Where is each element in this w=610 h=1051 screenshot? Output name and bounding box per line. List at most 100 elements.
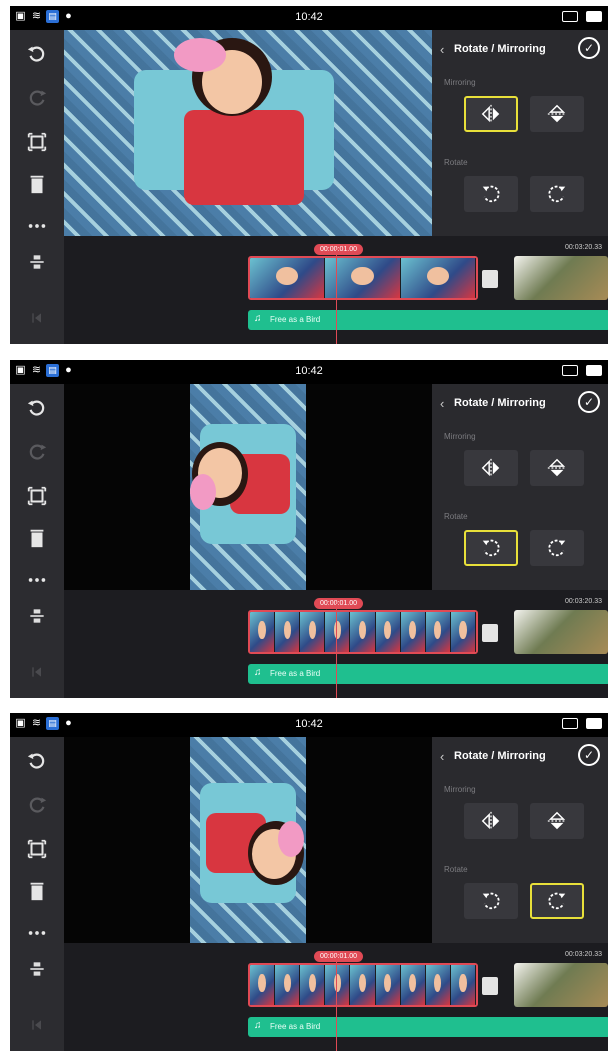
skip-start-button[interactable] — [10, 1005, 64, 1045]
status-time: 10:42 — [295, 718, 323, 730]
rotate-ccw-icon — [482, 185, 500, 203]
clip-thumbnail — [325, 965, 351, 1005]
timeline[interactable]: 00:00:01.00 00:03:20.33 ♫ Free as a Bird — [10, 590, 608, 698]
done-button[interactable]: ✓ — [578, 37, 600, 59]
mirroring-label: Mirroring — [444, 785, 476, 794]
playhead-time: 00:00:01.00 — [314, 951, 363, 962]
split-button[interactable] — [10, 596, 64, 636]
status-time: 10:42 — [295, 365, 323, 377]
panel-title: Rotate / Mirroring — [454, 397, 546, 409]
more-icon — [28, 224, 46, 228]
back-icon[interactable]: ‹ — [440, 749, 444, 764]
transition-button[interactable] — [482, 977, 498, 995]
status-bar: ▣ ≋ ▤ ● 10:42 — [10, 360, 608, 384]
battery-icon — [586, 11, 602, 22]
delete-button[interactable] — [10, 166, 64, 202]
video-preview — [64, 30, 432, 236]
mirror-vertical-button[interactable] — [530, 96, 584, 132]
clip-thumbnail — [275, 612, 301, 652]
skip-start-button[interactable] — [10, 652, 64, 692]
rotate-ccw-icon — [482, 539, 500, 557]
playhead[interactable] — [336, 957, 337, 1051]
mirror-vertical-button[interactable] — [530, 803, 584, 839]
timeline[interactable]: 00:00:01.00 00:03:20.33 ♫ Free as a Bird — [10, 236, 608, 344]
rotate-counterclockwise-button[interactable] — [464, 176, 518, 212]
playhead-time: 00:00:01.00 — [314, 244, 363, 255]
rotate-clockwise-button[interactable] — [530, 176, 584, 212]
more-icon — [28, 578, 46, 582]
clip-thumbnail — [250, 612, 276, 652]
clip-thumbnail — [400, 965, 426, 1005]
transition-button[interactable] — [482, 624, 498, 642]
music-note-icon: ♫ — [254, 667, 262, 678]
delete-button[interactable] — [10, 520, 64, 556]
split-button[interactable] — [10, 242, 64, 282]
clip-thumbnail — [400, 612, 426, 652]
panel-title: Rotate / Mirroring — [454, 750, 546, 762]
crop-button[interactable] — [10, 478, 64, 514]
check-icon: ✓ — [583, 395, 595, 409]
mirror-vertical-icon — [547, 811, 567, 830]
rotate-clockwise-button[interactable] — [530, 883, 584, 919]
video-clip[interactable] — [248, 256, 478, 300]
trash-icon — [30, 175, 44, 194]
crop-icon — [27, 486, 47, 506]
mirroring-label: Mirroring — [444, 78, 476, 87]
rotate-counterclockwise-button[interactable] — [464, 530, 518, 566]
rotate-clockwise-button[interactable] — [530, 530, 584, 566]
rotate-label: Rotate — [444, 158, 468, 167]
mirror-horizontal-button[interactable] — [464, 803, 518, 839]
audio-label: Free as a Bird — [270, 315, 321, 324]
rotate-counterclockwise-button[interactable] — [464, 883, 518, 919]
mirroring-label: Mirroring — [444, 432, 476, 441]
video-preview — [64, 737, 432, 943]
playhead[interactable] — [336, 604, 337, 698]
video-clip[interactable] — [248, 610, 478, 654]
done-button[interactable]: ✓ — [578, 391, 600, 413]
transition-button[interactable] — [482, 270, 498, 288]
redo-button[interactable] — [10, 787, 64, 823]
audio-label: Free as a Bird — [270, 1022, 321, 1031]
mirror-horizontal-icon — [481, 811, 500, 831]
video-clip[interactable] — [248, 963, 478, 1007]
mirror-vertical-icon — [547, 458, 567, 477]
done-button[interactable]: ✓ — [578, 744, 600, 766]
rotate-cw-icon — [548, 892, 566, 910]
undo-button[interactable] — [10, 36, 64, 72]
delete-button[interactable] — [10, 873, 64, 909]
mirror-horizontal-button[interactable] — [464, 450, 518, 486]
timeline-rail — [10, 236, 64, 344]
playhead[interactable] — [336, 250, 337, 344]
video-clip-2[interactable] — [514, 610, 608, 654]
clip-thumbnail — [325, 612, 351, 652]
undo-icon — [27, 46, 45, 62]
crop-button[interactable] — [10, 124, 64, 160]
redo-button[interactable] — [10, 80, 64, 116]
undo-button[interactable] — [10, 743, 64, 779]
audio-track[interactable]: ♫ Free as a Bird — [248, 310, 608, 330]
crop-button[interactable] — [10, 831, 64, 867]
undo-button[interactable] — [10, 390, 64, 426]
total-time: 00:03:20.33 — [565, 951, 602, 958]
mirror-vertical-button[interactable] — [530, 450, 584, 486]
screen-icon — [562, 718, 578, 729]
trash-icon — [30, 529, 44, 548]
back-icon[interactable]: ‹ — [440, 42, 444, 57]
rotate-mirroring-panel: ‹ Rotate / Mirroring ✓ Mirroring Rotate — [432, 737, 608, 943]
clip-thumbnail — [450, 965, 476, 1005]
audio-track[interactable]: ♫ Free as a Bird — [248, 664, 608, 684]
video-clip-2[interactable] — [514, 963, 608, 1007]
mirror-vertical-icon — [547, 104, 567, 123]
back-icon[interactable]: ‹ — [440, 396, 444, 411]
timeline[interactable]: 00:00:01.00 00:03:20.33 ♫ Free as a Bird — [10, 943, 608, 1051]
audio-label: Free as a Bird — [270, 669, 321, 678]
clip-thumbnail — [375, 612, 401, 652]
skip-start-button[interactable] — [10, 298, 64, 338]
video-clip-2[interactable] — [514, 256, 608, 300]
mirror-horizontal-button[interactable] — [464, 96, 518, 132]
status-bar: ▣ ≋ ▤ ● 10:42 — [10, 6, 608, 30]
split-button[interactable] — [10, 949, 64, 989]
redo-button[interactable] — [10, 434, 64, 470]
audio-track[interactable]: ♫ Free as a Bird — [248, 1017, 608, 1037]
music-note-icon: ♫ — [254, 1020, 262, 1031]
